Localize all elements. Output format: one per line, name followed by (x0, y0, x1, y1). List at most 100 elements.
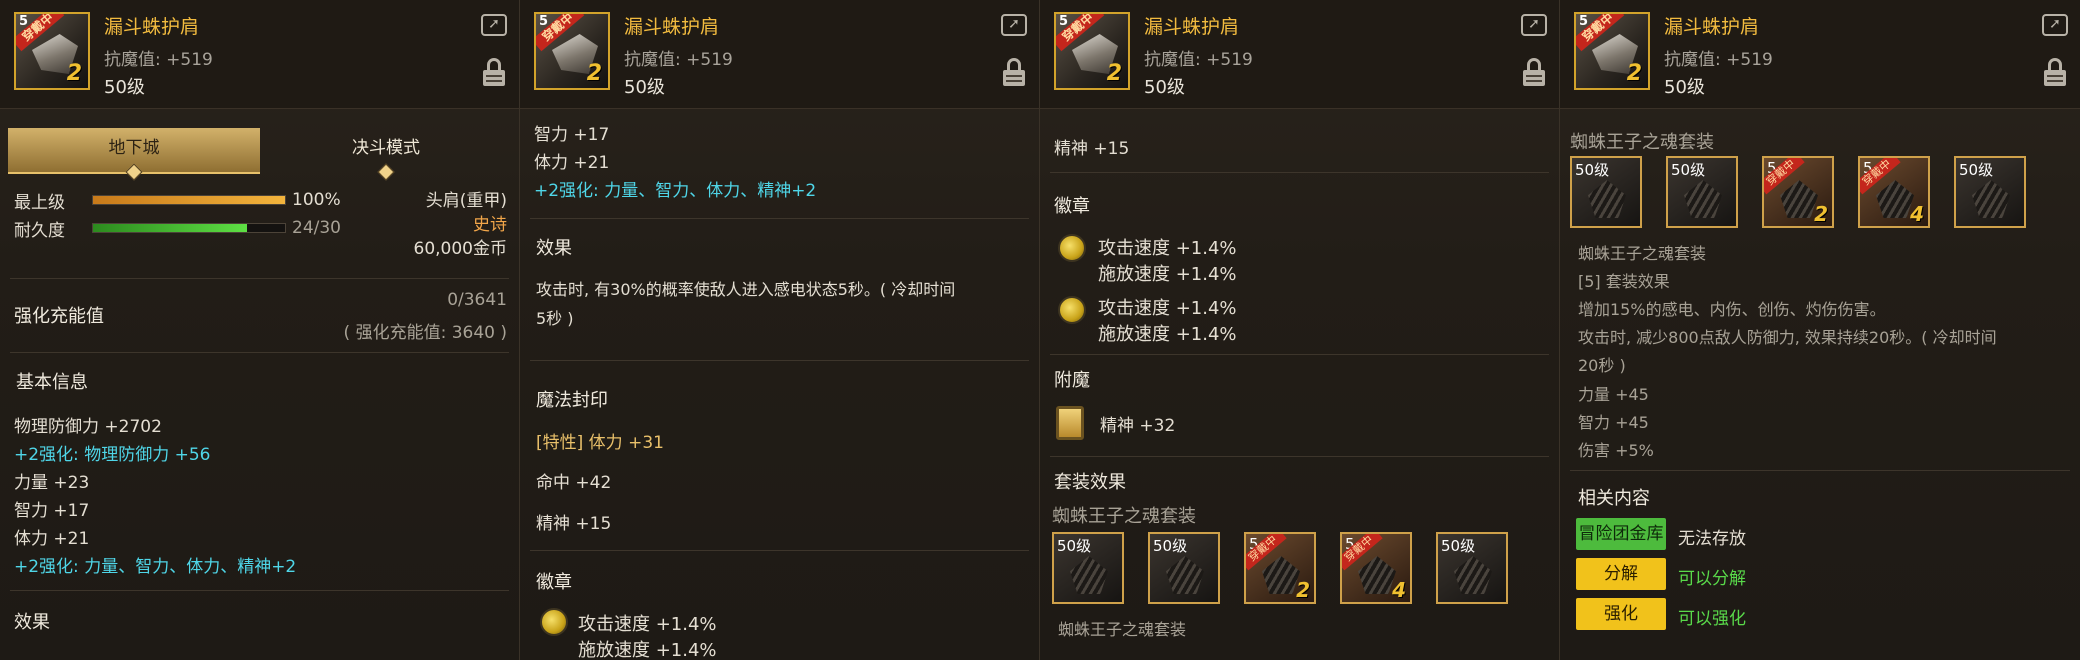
item-name: 漏斗蛛护肩 (104, 16, 200, 38)
set-item-slot[interactable]: 5 穿戴中 2 (1762, 156, 1834, 228)
tab-dungeon-label: 地下城 (108, 138, 160, 158)
enchant-value: 精神 +32 (1100, 416, 1176, 436)
set-name: 蜘蛛王子之魂套装 (1052, 506, 1196, 527)
set-item-slot[interactable]: 50级 (1570, 156, 1642, 228)
disassemble-button[interactable]: 分解 (1576, 558, 1666, 590)
item-level: 50级 (104, 77, 145, 98)
enchant-title: 附魔 (1054, 370, 1090, 391)
lock-icon[interactable] (1523, 58, 1545, 86)
enhance-button[interactable]: 强化 (1576, 598, 1666, 630)
set-item-slot[interactable]: 50级 (1148, 532, 1220, 604)
share-icon[interactable]: ➚ (1001, 14, 1027, 36)
icon-number: 2 (66, 61, 82, 86)
charge-value: 0/3641 (447, 290, 507, 310)
set-item-slot[interactable]: 5 穿戴中 2 (1244, 532, 1316, 604)
set-item-level: 50级 (1153, 537, 1188, 555)
mode-tabs: 地下城 决斗模式 (8, 128, 512, 181)
item-name: 漏斗蛛护肩 (1664, 16, 1760, 38)
seal-title: 魔法封印 (536, 390, 608, 411)
item-icon[interactable]: 5 穿戴中 2 (534, 12, 610, 90)
set-piece-icon (1972, 180, 2010, 218)
set-item-slot[interactable]: 50级 (1436, 532, 1508, 604)
divider (530, 550, 1029, 551)
emblem-1-line-1: 攻击速度 +1.4% (1098, 238, 1237, 259)
item-header: 5 穿戴中 2 漏斗蛛护肩 抗魔值: +519 50级 ➚ (0, 0, 519, 109)
stat-line: +2强化: 物理防御力 +56 (14, 445, 211, 465)
durability-value: 24/30 (292, 218, 341, 238)
emblem-line-2: 施放速度 +1.4% (578, 640, 717, 660)
item-icon[interactable]: 5 穿戴中 2 (14, 12, 90, 90)
set-item-level: 50级 (1959, 161, 1994, 179)
set-stat-2: 智力 +45 (1578, 413, 1649, 432)
stat-line: 物理防御力 +2702 (14, 417, 162, 437)
emblem-title: 徽章 (536, 572, 572, 593)
effect-title: 效果 (14, 612, 50, 633)
stat-line: 体力 +21 (534, 153, 610, 173)
set-item-number: 2 (1814, 202, 1828, 226)
set-piece-icon (1876, 180, 1914, 218)
tooltip-panel-2: 5 穿戴中 2 漏斗蛛护肩 抗魔值: +519 50级 ➚ 智力 +17 体力 +… (520, 0, 1040, 660)
max-level-bar (92, 195, 286, 205)
divider (530, 360, 1029, 361)
emblem-title: 徽章 (1054, 196, 1090, 217)
set-item-slot[interactable]: 5 穿戴中 4 (1340, 532, 1412, 604)
emblem-2-line-1: 攻击速度 +1.4% (1098, 298, 1237, 319)
tab-dungeon[interactable]: 地下城 (8, 128, 260, 181)
set-item-slot[interactable]: 50级 (1052, 532, 1124, 604)
item-header: 5 穿戴中 2 漏斗蛛护肩 抗魔值: +519 50级 ➚ (1040, 0, 1559, 109)
set-item-level: 50级 (1575, 161, 1610, 179)
stat-line: 智力 +17 (534, 125, 610, 145)
divider (10, 352, 509, 353)
set-item-number: 4 (1910, 202, 1924, 226)
share-icon[interactable]: ➚ (481, 14, 507, 36)
related-title: 相关内容 (1578, 488, 1650, 509)
lock-icon[interactable] (2044, 58, 2066, 86)
item-price: 60,000金币 (413, 239, 507, 259)
share-icon[interactable]: ➚ (1521, 14, 1547, 36)
item-name: 漏斗蛛护肩 (1144, 16, 1240, 38)
set-piece-icon (1070, 556, 1108, 594)
share-icon[interactable]: ➚ (2042, 14, 2068, 36)
set-item-level: 50级 (1441, 537, 1476, 555)
seal-trait-value: 体力 +31 (588, 433, 664, 453)
item-level: 50级 (1144, 77, 1185, 98)
set-piece-icon (1684, 180, 1722, 218)
item-header: 5 穿戴中 2 漏斗蛛护肩 抗魔值: +519 50级 ➚ (520, 0, 1039, 109)
set-title: 套装效果 (1054, 472, 1126, 493)
item-level: 50级 (1664, 77, 1705, 98)
set-piece-icon (1780, 180, 1818, 218)
magic-resist: 抗魔值: +519 (1144, 50, 1253, 70)
item-header: 5 穿戴中 2 漏斗蛛护肩 抗魔值: +519 50级 ➚ (1560, 0, 2080, 109)
set-effect-header: [5] 套装效果 (1578, 272, 1670, 291)
set-name-bottom: 蜘蛛王子之魂套装 (1058, 620, 1187, 639)
set-piece-icon (1262, 556, 1300, 594)
item-icon[interactable]: 5 穿戴中 2 (1054, 12, 1130, 90)
equip-slot: 头肩(重甲) (425, 191, 507, 211)
set-name: 蜘蛛王子之魂套装 (1570, 132, 1714, 153)
vault-status: 无法存放 (1678, 529, 1746, 549)
rarity-label: 史诗 (473, 215, 507, 235)
lock-icon[interactable] (483, 58, 505, 86)
tab-pvp[interactable]: 决斗模式 (260, 128, 512, 181)
set-piece-icon (1588, 180, 1626, 218)
tooltip-panel-4: 5 穿戴中 2 漏斗蛛护肩 抗魔值: +519 50级 ➚ 蜘蛛王子之魂套装 5… (1560, 0, 2080, 660)
vault-button[interactable]: 冒险团金库 (1576, 518, 1666, 550)
durability-bar (92, 223, 286, 233)
set-item-slot[interactable]: 5 穿戴中 4 (1858, 156, 1930, 228)
tooltip-panel-1: 5 穿戴中 2 漏斗蛛护肩 抗魔值: +519 50级 ➚ 地下城 决斗模式 最… (0, 0, 520, 660)
icon-number: 2 (1106, 61, 1122, 86)
set-item-level: 50级 (1057, 537, 1092, 555)
emblem-line-1: 攻击速度 +1.4% (578, 614, 717, 635)
max-level-label: 最上级 (14, 193, 65, 213)
set-item-slot[interactable]: 50级 (1954, 156, 2026, 228)
divider (1050, 456, 1549, 457)
set-stat-3: 伤害 +5% (1578, 441, 1654, 460)
emblem-1-line-2: 施放速度 +1.4% (1098, 264, 1237, 285)
effect-title: 效果 (536, 238, 572, 259)
item-icon[interactable]: 5 穿戴中 2 (1574, 12, 1650, 90)
set-item-number: 4 (1392, 578, 1406, 602)
lock-icon[interactable] (1003, 58, 1025, 86)
max-level-fill (93, 196, 285, 204)
set-item-slot[interactable]: 50级 (1666, 156, 1738, 228)
effect-text-2: 5秒 ) (536, 309, 574, 328)
